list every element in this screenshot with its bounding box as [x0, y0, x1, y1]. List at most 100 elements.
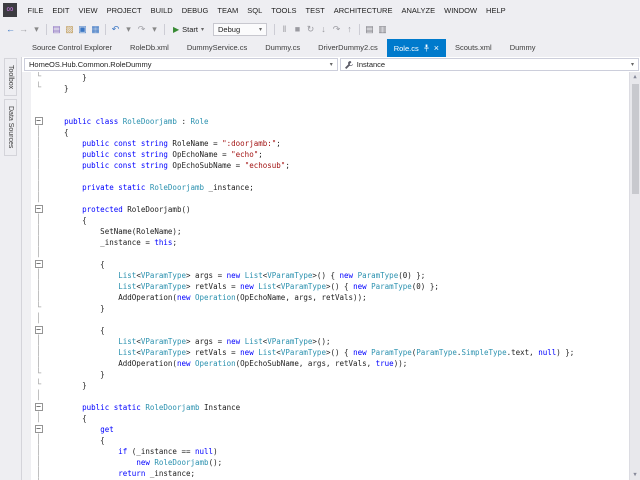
fold-margin[interactable]: └ [31, 380, 46, 391]
code-line[interactable]: − protected RoleDoorjamb() [22, 204, 640, 215]
menu-item-file[interactable]: FILE [23, 6, 48, 15]
scroll-down-arrow[interactable]: ▼ [633, 470, 636, 480]
fold-margin[interactable]: └ [31, 303, 46, 314]
menu-item-edit[interactable]: EDIT [48, 6, 74, 15]
code-line[interactable]: │ [22, 193, 640, 204]
new-file-icon[interactable]: ▤ [50, 23, 63, 36]
code-line[interactable] [22, 94, 640, 105]
save-icon[interactable]: ▣ [76, 23, 89, 36]
step-out-icon[interactable]: ↑ [343, 23, 356, 36]
code-line[interactable]: │ { [22, 215, 640, 226]
menu-item-build[interactable]: BUILD [146, 6, 177, 15]
open-file-icon[interactable]: ▨ [63, 23, 76, 36]
fold-margin[interactable]: │ [31, 358, 46, 369]
start-debugging-button[interactable]: ▶ Start ▾ [168, 25, 209, 34]
fold-margin[interactable]: │ [31, 226, 46, 237]
member-dropdown[interactable]: Instance ▾ [339, 58, 639, 71]
code-line[interactable]: │ new RoleDoorjamb(); [22, 457, 640, 468]
fold-margin[interactable]: │ [31, 248, 46, 259]
step-over-icon[interactable]: ↷ [330, 23, 343, 36]
menu-item-window[interactable]: WINDOW [440, 6, 482, 15]
break-all-icon[interactable]: ‖ [278, 23, 291, 36]
fold-margin[interactable]: │ [31, 292, 46, 303]
fold-margin[interactable]: └ [31, 83, 46, 94]
menu-item-project[interactable]: PROJECT [102, 6, 146, 15]
close-icon[interactable]: × [434, 43, 439, 53]
step-into-icon[interactable]: ↓ [317, 23, 330, 36]
menu-item-analyze[interactable]: ANALYZE [397, 6, 440, 15]
code-line[interactable]: │ [22, 171, 640, 182]
code-line[interactable]: └ } [22, 380, 640, 391]
fold-margin[interactable]: │ [31, 457, 46, 468]
fold-margin[interactable]: │ [31, 237, 46, 248]
code-line[interactable]: │ List<VParamType> retVals = new List<VP… [22, 281, 640, 292]
fold-margin[interactable]: │ [31, 435, 46, 446]
fold-margin[interactable] [31, 105, 46, 116]
fold-margin[interactable]: │ [31, 193, 46, 204]
fold-collapse-icon[interactable]: − [34, 116, 43, 125]
type-dropdown[interactable]: HomeOS.Hub.Common.RoleDummy ▾ [24, 58, 338, 71]
tab-roledb-xml[interactable]: RoleDb.xml [121, 39, 178, 57]
code-line[interactable]: │ List<VParamType> retVals = new List<VP… [22, 347, 640, 358]
code-line[interactable]: │ [22, 391, 640, 402]
nav-history-dropdown-icon[interactable]: ▾ [30, 23, 43, 36]
code-line[interactable]: │ public const string OpEchoSubName = "e… [22, 160, 640, 171]
menu-item-team[interactable]: TEAM [213, 6, 243, 15]
fold-margin[interactable]: − [31, 325, 46, 336]
fold-margin[interactable]: │ [31, 160, 46, 171]
fold-margin[interactable]: │ [31, 270, 46, 281]
undo-icon[interactable]: ↶ [109, 23, 122, 36]
fold-margin[interactable]: │ [31, 281, 46, 292]
fold-collapse-icon[interactable]: − [34, 325, 43, 334]
code-line[interactable]: │ [22, 314, 640, 325]
menu-item-sql[interactable]: SQL [243, 6, 267, 15]
sidebar-tab-data-sources[interactable]: Data Sources [4, 99, 17, 156]
code-line[interactable]: │ SetName(RoleName); [22, 226, 640, 237]
tab-dummyservice-cs[interactable]: DummyService.cs [178, 39, 256, 57]
fold-margin[interactable]: │ [31, 391, 46, 402]
fold-margin[interactable]: − [31, 204, 46, 215]
tab-source-control-explorer[interactable]: Source Control Explorer [23, 39, 121, 57]
fold-margin[interactable]: │ [31, 468, 46, 479]
code-line[interactable]: └ } [22, 369, 640, 380]
code-line[interactable]: − public class RoleDoorjamb : Role [22, 116, 640, 127]
redo-icon[interactable]: ↷ [135, 23, 148, 36]
sidebar-tab-toolbox[interactable]: Toolbox [4, 58, 17, 97]
scroll-thumb[interactable] [631, 84, 639, 194]
fold-margin[interactable]: │ [31, 182, 46, 193]
code-line[interactable]: └ } [22, 83, 640, 94]
scroll-up-arrow[interactable]: ▲ [633, 72, 636, 82]
code-editor[interactable]: └ } └ } − public class RoleDoorjamb : Role… [22, 72, 640, 480]
fold-collapse-icon[interactable]: − [34, 204, 43, 213]
fold-margin[interactable]: │ [31, 138, 46, 149]
code-line[interactable]: │ private static RoleDoorjamb _instance; [22, 182, 640, 193]
properties-window-icon[interactable]: ▥ [376, 23, 389, 36]
fold-margin[interactable] [31, 94, 46, 105]
code-line[interactable]: └ } [22, 303, 640, 314]
code-line[interactable]: │ public const string OpEchoName = "echo… [22, 149, 640, 160]
save-all-icon[interactable]: ▦ [89, 23, 102, 36]
fold-collapse-icon[interactable]: − [34, 259, 43, 268]
fold-collapse-icon[interactable]: − [34, 402, 43, 411]
vertical-scrollbar[interactable]: ▲ ▼ [629, 72, 640, 480]
menu-item-architecture[interactable]: ARCHITECTURE [329, 6, 397, 15]
fold-margin[interactable]: └ [31, 369, 46, 380]
code-line[interactable]: │ public const string RoleName = ":doorj… [22, 138, 640, 149]
solution-explorer-icon[interactable]: ▤ [363, 23, 376, 36]
fold-margin[interactable]: └ [31, 72, 46, 83]
fold-margin[interactable]: │ [31, 413, 46, 424]
restart-icon[interactable]: ↻ [304, 23, 317, 36]
code-line[interactable]: − { [22, 325, 640, 336]
fold-margin[interactable]: − [31, 402, 46, 413]
fold-margin[interactable]: │ [31, 446, 46, 457]
code-line[interactable]: │ if (_instance == null) [22, 446, 640, 457]
fold-margin[interactable]: │ [31, 347, 46, 358]
code-line[interactable] [22, 105, 640, 116]
pin-icon[interactable] [423, 44, 430, 52]
tab-role-cs[interactable]: Role.cs × [386, 39, 446, 57]
code-line[interactable]: │ AddOperation(new Operation(OpEchoSubNa… [22, 358, 640, 369]
stop-icon[interactable]: ■ [291, 23, 304, 36]
code-line[interactable]: − { [22, 259, 640, 270]
fold-margin[interactable]: │ [31, 215, 46, 226]
tab-dummy-cs[interactable]: Dummy.cs [256, 39, 309, 57]
